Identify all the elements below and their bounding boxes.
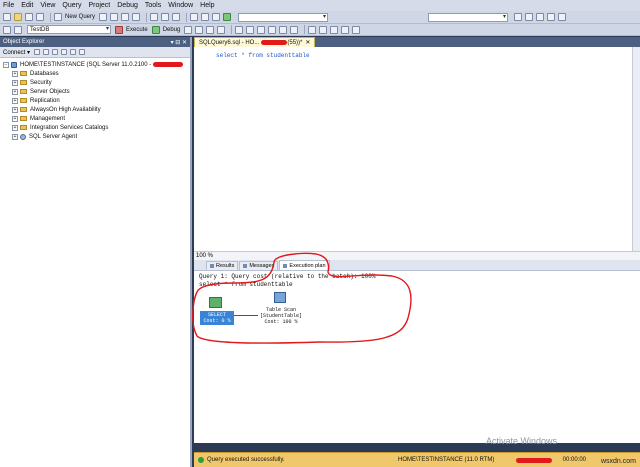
activate-windows-watermark: Activate Windows bbox=[486, 436, 558, 446]
status-bar: Query executed successfully. HOME\TESTIN… bbox=[194, 452, 640, 467]
red-highlight-annotation bbox=[192, 252, 412, 344]
red-annotation-loop bbox=[192, 252, 412, 344]
success-icon bbox=[198, 457, 204, 463]
ssms-window: File Edit View Query Project Debug Tools… bbox=[0, 0, 640, 467]
status-duration: 00:00:00 bbox=[562, 457, 586, 463]
status-message: Query executed successfully. bbox=[207, 457, 285, 463]
redacted-scribble bbox=[516, 458, 552, 463]
status-server: HOME\TESTINSTANCE (11.0 RTM) bbox=[398, 457, 495, 463]
site-watermark: wsxdn.com bbox=[600, 458, 636, 465]
